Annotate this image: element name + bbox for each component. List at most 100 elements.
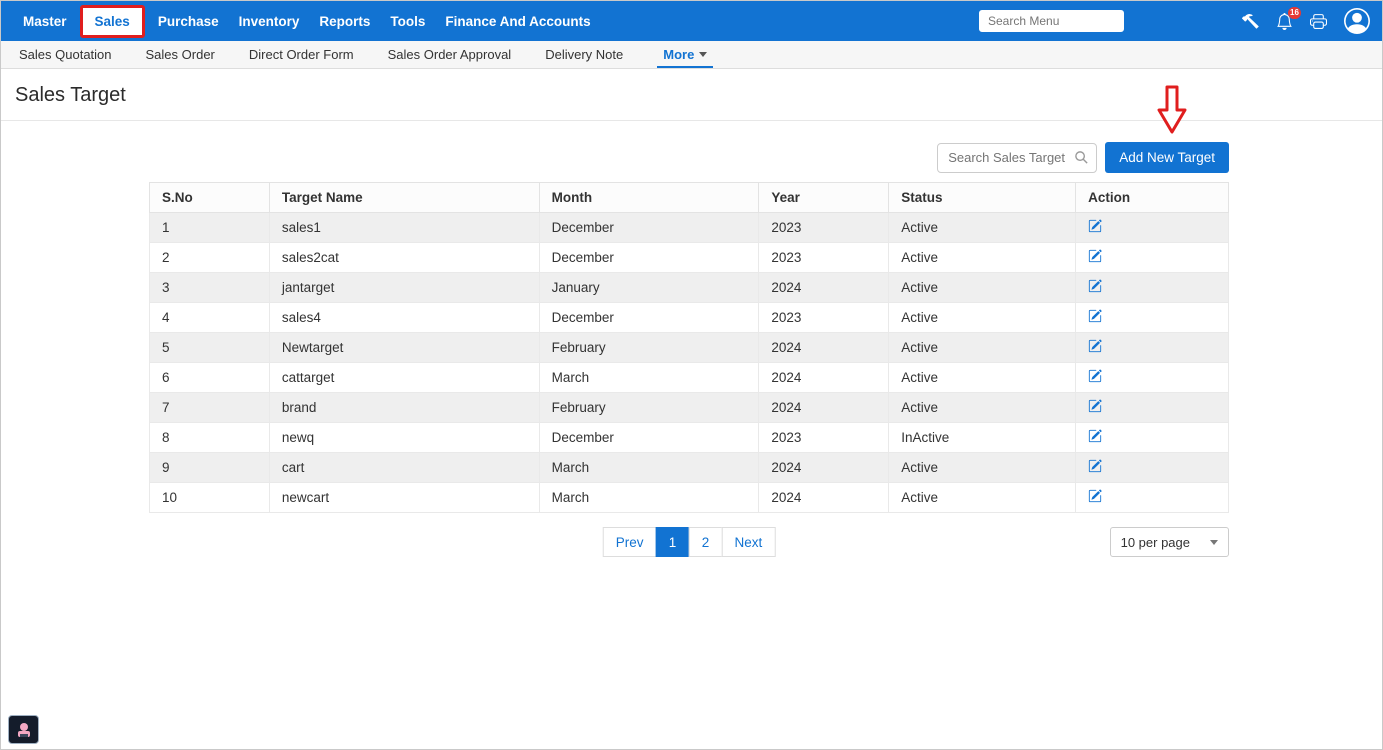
cell-sno: 10	[150, 483, 270, 513]
cell-action	[1076, 273, 1229, 303]
cell-year: 2023	[759, 423, 889, 453]
cell-sno: 5	[150, 333, 270, 363]
top-navbar: Master Sales Purchase Inventory Reports …	[1, 1, 1382, 41]
table-row: 7 brand February 2024 Active	[150, 393, 1229, 423]
cell-year: 2023	[759, 213, 889, 243]
subnav-more-label: More	[663, 47, 694, 62]
cell-target-name: sales4	[269, 303, 539, 333]
cell-status: Active	[889, 333, 1076, 363]
cell-status: Active	[889, 303, 1076, 333]
cell-month: February	[539, 333, 759, 363]
cell-action	[1076, 213, 1229, 243]
cell-month: March	[539, 483, 759, 513]
cell-action	[1076, 333, 1229, 363]
screen-recorder-widget[interactable]	[8, 715, 39, 744]
cell-action	[1076, 303, 1229, 333]
subnav-item-sales-order-approval[interactable]: Sales Order Approval	[388, 41, 512, 68]
per-page-select[interactable]: 10 per page	[1110, 527, 1229, 557]
subnav-item-sales-order[interactable]: Sales Order	[146, 41, 215, 68]
add-new-target-button[interactable]: Add New Target	[1105, 142, 1229, 173]
bell-icon[interactable]: 16	[1276, 13, 1293, 30]
cell-year: 2024	[759, 333, 889, 363]
cell-sno: 2	[150, 243, 270, 273]
nav-item-inventory[interactable]: Inventory	[229, 7, 310, 36]
edit-icon[interactable]	[1088, 339, 1102, 356]
cell-target-name: jantarget	[269, 273, 539, 303]
edit-icon[interactable]	[1088, 309, 1102, 326]
table-row: 9 cart March 2024 Active	[150, 453, 1229, 483]
sales-target-table: S.No Target Name Month Year Status Actio…	[149, 182, 1229, 513]
subnav-item-more[interactable]: More	[657, 41, 713, 68]
sales-target-search-input[interactable]	[937, 143, 1097, 173]
cell-target-name: cattarget	[269, 363, 539, 393]
sales-target-search	[937, 143, 1097, 173]
nav-item-reports[interactable]: Reports	[309, 7, 380, 36]
edit-icon[interactable]	[1088, 219, 1102, 236]
pagination: Prev 1 2 Next	[603, 527, 776, 557]
subnav-item-sales-quotation[interactable]: Sales Quotation	[19, 41, 112, 68]
cell-month: December	[539, 243, 759, 273]
cell-status: InActive	[889, 423, 1076, 453]
cell-year: 2024	[759, 483, 889, 513]
printer-icon[interactable]	[1310, 13, 1327, 30]
subnav-item-delivery-note[interactable]: Delivery Note	[545, 41, 623, 68]
recorder-avatar-icon	[14, 721, 34, 739]
cell-target-name: sales1	[269, 213, 539, 243]
edit-icon[interactable]	[1088, 369, 1102, 386]
main-content: Add New Target S.No Target Name Month Ye…	[149, 142, 1229, 558]
nav-item-finance-and-accounts[interactable]: Finance And Accounts	[435, 7, 600, 36]
pagination-page-1-button[interactable]: 1	[656, 527, 690, 557]
cell-month: March	[539, 453, 759, 483]
nav-item-purchase[interactable]: Purchase	[148, 7, 229, 36]
app-window: Master Sales Purchase Inventory Reports …	[0, 0, 1383, 750]
cell-sno: 7	[150, 393, 270, 423]
column-header-year: Year	[759, 183, 889, 213]
edit-icon[interactable]	[1088, 459, 1102, 476]
edit-icon[interactable]	[1088, 489, 1102, 506]
cell-target-name: newcart	[269, 483, 539, 513]
menu-search-input[interactable]	[979, 10, 1124, 32]
cell-sno: 3	[150, 273, 270, 303]
table-header: S.No Target Name Month Year Status Actio…	[150, 183, 1229, 213]
cell-sno: 1	[150, 213, 270, 243]
table-body: 1 sales1 December 2023 Active 2 sales2ca…	[150, 213, 1229, 513]
pagination-next-button[interactable]: Next	[722, 527, 776, 557]
cell-status: Active	[889, 243, 1076, 273]
nav-item-master[interactable]: Master	[13, 7, 77, 36]
cell-year: 2024	[759, 363, 889, 393]
cell-status: Active	[889, 453, 1076, 483]
cell-month: February	[539, 393, 759, 423]
cell-month: December	[539, 303, 759, 333]
pagination-row: Prev 1 2 Next 10 per page	[149, 527, 1229, 558]
cell-target-name: newq	[269, 423, 539, 453]
cell-year: 2024	[759, 393, 889, 423]
edit-icon[interactable]	[1088, 429, 1102, 446]
cell-action	[1076, 243, 1229, 273]
cell-sno: 4	[150, 303, 270, 333]
cell-target-name: cart	[269, 453, 539, 483]
edit-icon[interactable]	[1088, 249, 1102, 266]
cell-month: January	[539, 273, 759, 303]
column-header-month: Month	[539, 183, 759, 213]
cell-month: December	[539, 213, 759, 243]
edit-icon[interactable]	[1088, 279, 1102, 296]
edit-icon[interactable]	[1088, 399, 1102, 416]
user-avatar[interactable]	[1344, 8, 1370, 34]
cell-status: Active	[889, 273, 1076, 303]
cell-action	[1076, 393, 1229, 423]
nav-item-sales[interactable]: Sales	[80, 5, 145, 38]
subnav-item-direct-order-form[interactable]: Direct Order Form	[249, 41, 354, 68]
cell-sno: 9	[150, 453, 270, 483]
hammer-icon[interactable]	[1242, 13, 1259, 30]
table-row: 5 Newtarget February 2024 Active	[150, 333, 1229, 363]
table-row: 8 newq December 2023 InActive	[150, 423, 1229, 453]
pagination-prev-button[interactable]: Prev	[603, 527, 657, 557]
nav-item-tools[interactable]: Tools	[380, 7, 435, 36]
chevron-down-icon	[699, 52, 707, 57]
per-page-label: 10 per page	[1121, 535, 1190, 550]
table-row: 4 sales4 December 2023 Active	[150, 303, 1229, 333]
cell-year: 2023	[759, 243, 889, 273]
topbar-icons: 16	[1242, 8, 1370, 34]
search-icon	[1074, 150, 1089, 170]
pagination-page-2-button[interactable]: 2	[689, 527, 723, 557]
